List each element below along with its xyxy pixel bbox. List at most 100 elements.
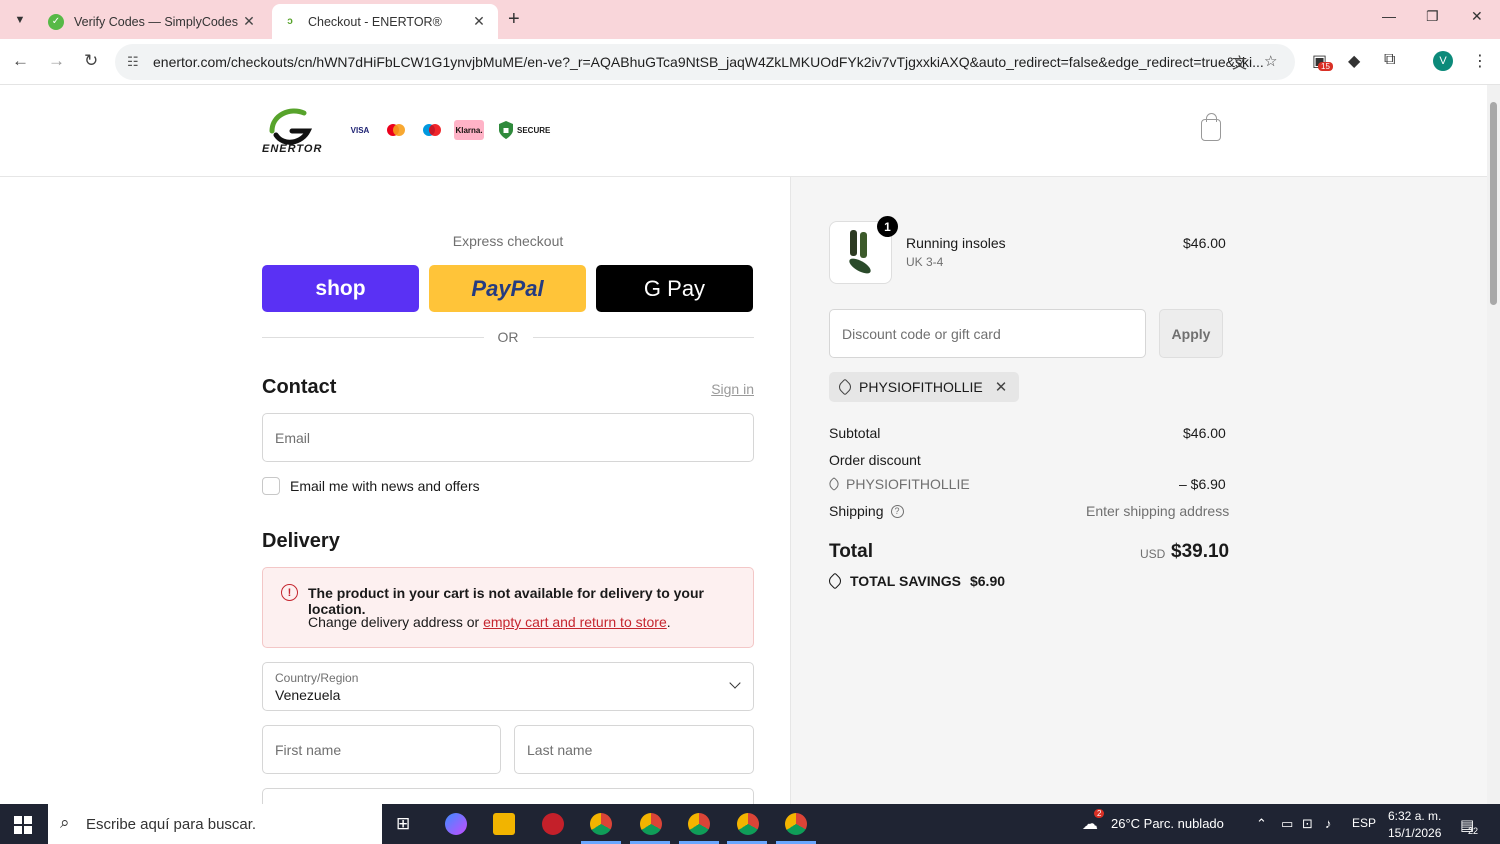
product-price: $46.00 bbox=[1183, 235, 1226, 251]
total-label: Total bbox=[829, 541, 873, 562]
tab-simplycodes[interactable]: ✓ Verify Codes — SimplyCodes ✕ bbox=[38, 4, 268, 39]
chevron-down-icon bbox=[729, 677, 741, 689]
last-name-input[interactable]: Last name bbox=[514, 725, 754, 774]
applied-code: PHYSIOFITHOLLIE bbox=[859, 379, 983, 395]
country-value: Venezuela bbox=[275, 687, 341, 703]
browser-tab-strip: ▼ ✓ Verify Codes — SimplyCodes ✕ ↄ Check… bbox=[0, 0, 1500, 39]
app-icon[interactable] bbox=[542, 813, 564, 835]
delivery-alert: ! The product in your cart is not availa… bbox=[262, 567, 754, 648]
address-bar[interactable]: ☷ enertor.com/checkouts/cn/hWN7dHiFbLCW1… bbox=[115, 44, 1295, 80]
order-discount-label: Order discount bbox=[829, 452, 921, 468]
alert-title: The product in your cart is not availabl… bbox=[308, 585, 704, 617]
close-window-icon[interactable]: ✕ bbox=[1471, 8, 1483, 25]
tab-title: Verify Codes — SimplyCodes bbox=[74, 14, 238, 29]
close-tab-icon[interactable]: ✕ bbox=[470, 13, 488, 30]
first-name-input[interactable]: First name bbox=[262, 725, 501, 774]
menu-kebab-icon[interactable]: ⋮ bbox=[1472, 51, 1488, 71]
country-label: Country/Region bbox=[275, 671, 359, 685]
help-circle-icon[interactable]: ? bbox=[890, 504, 904, 518]
translate-icon[interactable]: 文 bbox=[1232, 52, 1247, 73]
page-scrollbar[interactable] bbox=[1487, 85, 1500, 804]
empty-cart-link[interactable]: empty cart and return to store bbox=[483, 614, 667, 630]
restore-icon[interactable]: ❐ bbox=[1426, 8, 1439, 25]
discount-code-input[interactable]: Discount code or gift card bbox=[829, 309, 1146, 358]
minimize-icon[interactable]: — bbox=[1382, 8, 1396, 24]
enertor-favicon-icon: ↄ bbox=[287, 16, 293, 27]
klarna-badge: Klarna. bbox=[454, 120, 484, 140]
checkout-page: ENERTOR VISA Klarna. SECURE Express chec… bbox=[0, 85, 1487, 804]
or-divider: OR bbox=[262, 329, 754, 345]
url-text: enertor.com/checkouts/cn/hWN7dHiFbLCW1G1… bbox=[153, 54, 1264, 70]
apply-button[interactable]: Apply bbox=[1159, 309, 1223, 358]
discount-code-line: PHYSIOFITHOLLIE bbox=[826, 476, 970, 492]
task-view-icon[interactable]: ⊞ bbox=[396, 814, 410, 834]
product-variant: UK 3-4 bbox=[906, 255, 944, 269]
express-checkout-label: Express checkout bbox=[452, 233, 564, 249]
total-value: $39.10 bbox=[1171, 541, 1230, 562]
address-input[interactable] bbox=[262, 788, 754, 804]
new-tab-icon[interactable]: + bbox=[508, 8, 520, 31]
notifications-count: 22 bbox=[1468, 826, 1479, 836]
clock-date[interactable]: 15/1/2026 bbox=[1388, 826, 1441, 840]
back-icon[interactable]: ← bbox=[12, 51, 29, 71]
tag-icon bbox=[826, 476, 842, 492]
secure-badge: SECURE bbox=[498, 120, 550, 140]
quantity-badge: 1 bbox=[877, 216, 898, 237]
alert-text: Change delivery address or empty cart an… bbox=[308, 614, 671, 630]
close-tab-icon[interactable]: ✕ bbox=[240, 13, 258, 30]
chevron-up-icon[interactable]: ⌃ bbox=[1256, 816, 1267, 832]
chrome-profile-icon[interactable] bbox=[640, 813, 662, 835]
product-name: Running insoles bbox=[906, 235, 1006, 251]
volume-icon[interactable]: ♪ bbox=[1325, 816, 1332, 831]
shield-lock-icon bbox=[499, 121, 513, 139]
shipping-value: Enter shipping address bbox=[1086, 503, 1230, 519]
tab-checkout[interactable]: ↄ Checkout - ENERTOR® ✕ bbox=[272, 4, 498, 39]
device-icon[interactable]: ▭ bbox=[1281, 816, 1293, 832]
sign-in-link[interactable]: Sign in bbox=[700, 381, 754, 397]
remove-discount-icon[interactable]: ✕ bbox=[995, 378, 1008, 396]
shopping-bag-icon[interactable] bbox=[1201, 113, 1221, 141]
tag-icon bbox=[826, 572, 844, 590]
reload-icon[interactable]: ↻ bbox=[84, 51, 98, 71]
subtotal-value: $46.00 bbox=[1183, 425, 1226, 441]
search-icon: ⌕ bbox=[60, 813, 70, 832]
windows-taskbar: ⌕ Escribe aquí para buscar. ⊞ ☁ 2 26°C P… bbox=[0, 804, 1500, 844]
shop-pay-button[interactable]: shop bbox=[262, 265, 419, 312]
chrome-profile-icon[interactable] bbox=[785, 813, 807, 835]
maestro-icon bbox=[418, 120, 446, 140]
country-select[interactable]: Country/Region Venezuela bbox=[262, 662, 754, 711]
discount-value: – $6.90 bbox=[1179, 476, 1226, 492]
profile-avatar[interactable]: V bbox=[1433, 51, 1453, 71]
google-pay-button[interactable]: G Pay bbox=[596, 265, 753, 312]
site-info-icon[interactable]: ☷ bbox=[127, 54, 139, 70]
file-explorer-icon[interactable] bbox=[493, 813, 515, 835]
weather-text[interactable]: 26°C Parc. nublado bbox=[1111, 816, 1224, 831]
taskbar-search-input[interactable]: ⌕ Escribe aquí para buscar. bbox=[48, 804, 382, 844]
weather-badge: 2 bbox=[1094, 809, 1105, 818]
forward-icon[interactable]: → bbox=[48, 51, 65, 71]
bookmark-star-icon[interactable]: ☆ bbox=[1264, 52, 1277, 70]
extension-2-icon[interactable]: ◆ bbox=[1348, 51, 1360, 71]
contact-heading: Contact bbox=[262, 376, 337, 398]
windows-start-icon[interactable] bbox=[14, 816, 32, 839]
shipping-label: Shipping ? bbox=[829, 503, 904, 519]
brand-wordmark: ENERTOR bbox=[262, 143, 323, 155]
scrollbar-thumb[interactable] bbox=[1490, 102, 1497, 305]
tab-search-chevron-icon[interactable]: ▼ bbox=[8, 8, 32, 32]
newsletter-checkbox[interactable] bbox=[262, 477, 280, 495]
delivery-heading: Delivery bbox=[262, 530, 340, 552]
email-input[interactable]: Email bbox=[262, 413, 754, 462]
simplycodes-favicon-icon: ✓ bbox=[48, 13, 64, 30]
clock-time[interactable]: 6:32 a. m. bbox=[1388, 809, 1441, 823]
total-savings: TOTAL SAVINGS $6.90 bbox=[826, 572, 1005, 590]
paypal-button[interactable]: PayPal bbox=[429, 265, 586, 312]
mastercard-icon bbox=[382, 120, 410, 140]
language-indicator[interactable]: ESP bbox=[1352, 816, 1376, 830]
network-icon[interactable]: ⊡ bbox=[1302, 816, 1313, 832]
extensions-puzzle-icon[interactable]: ⧉ bbox=[1384, 51, 1395, 69]
chrome-profile-icon[interactable] bbox=[737, 813, 759, 835]
chrome-profile-icon[interactable] bbox=[688, 813, 710, 835]
copilot-icon[interactable] bbox=[445, 813, 467, 835]
chrome-icon[interactable] bbox=[590, 813, 612, 835]
total-currency: USD bbox=[1140, 547, 1166, 561]
